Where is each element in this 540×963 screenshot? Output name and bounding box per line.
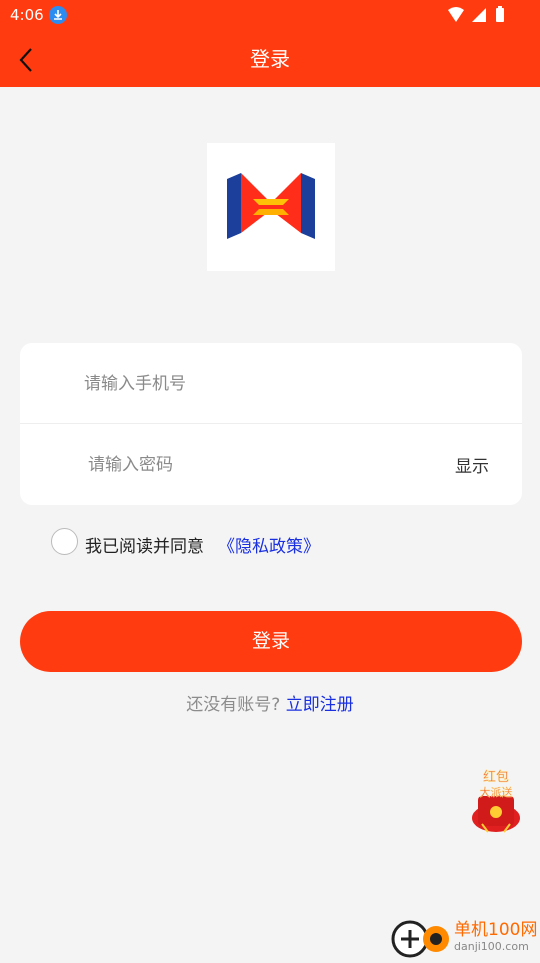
show-password-toggle[interactable]: 显示 [455, 452, 489, 477]
promo-line2: 大派送 [480, 785, 513, 799]
status-icons [448, 6, 504, 22]
agreement-checkbox[interactable] [51, 528, 78, 555]
app-logo [207, 143, 335, 271]
login-form: 显示 [20, 343, 522, 505]
watermark-logo-icon [391, 920, 449, 958]
watermark-title: 单机100网 [454, 920, 538, 940]
logo-icon [227, 173, 315, 239]
phone-input[interactable] [82, 363, 446, 405]
page-title: 登录 [250, 47, 290, 71]
password-field-row: 显示 [20, 424, 522, 504]
register-prompt: 还没有账号? [186, 695, 281, 715]
app-header: 4:06 登录 [0, 0, 540, 87]
red-packet-promo[interactable]: 红包 大派送 [468, 768, 524, 834]
status-time: 4:06 [10, 6, 44, 24]
watermark-url: danji100.com [454, 940, 529, 953]
password-input[interactable] [86, 444, 450, 486]
watermark: 单机100网 danji100.com [390, 915, 540, 960]
agreement-text: 我已阅读并同意 [85, 537, 204, 557]
register-row: 还没有账号? 立即注册 [0, 690, 540, 715]
login-button[interactable]: 登录 [20, 611, 522, 672]
download-icon [49, 6, 67, 24]
privacy-policy-link[interactable]: 《隐私政策》 [218, 532, 320, 557]
register-link[interactable]: 立即注册 [286, 695, 354, 715]
phone-field-row [20, 343, 522, 424]
promo-line1: 红包 [483, 769, 509, 785]
